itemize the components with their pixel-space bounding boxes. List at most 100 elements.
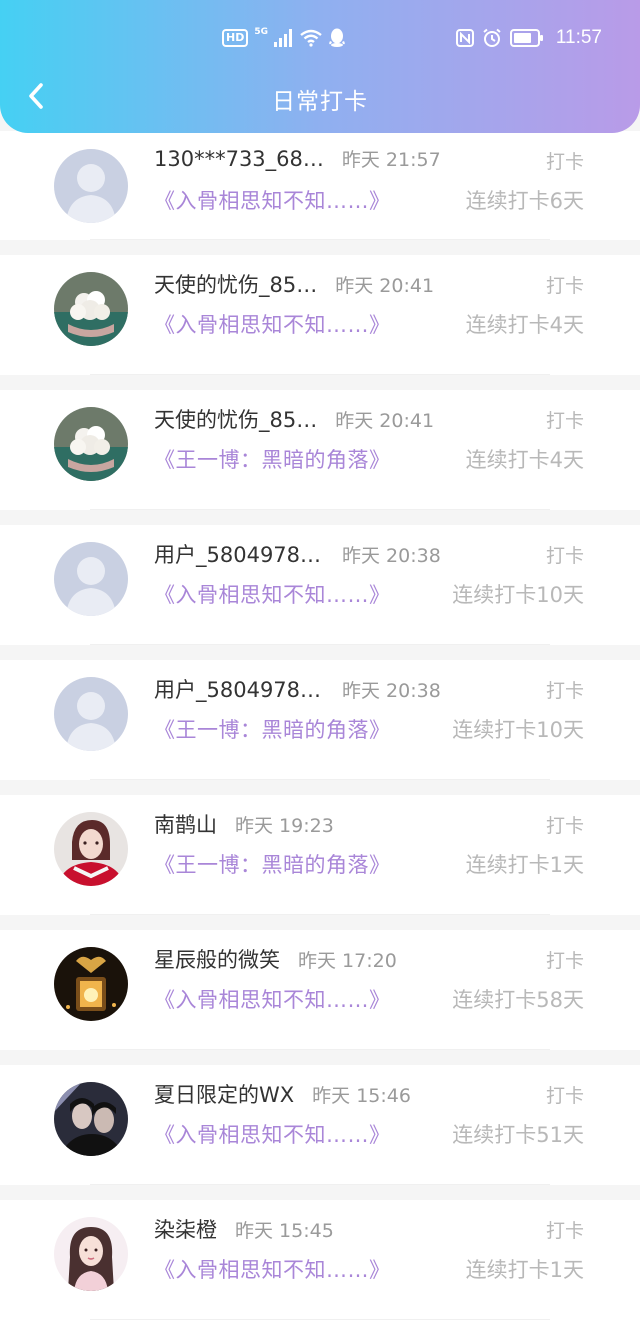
book-title[interactable]: 《王一博：黑暗的角落》 [154, 444, 391, 474]
checkin-row[interactable]: 星辰般的微笑 昨天 17:20 打卡 《入骨相思知不知……》 连续打卡58天 [0, 930, 640, 1050]
checkin-time: 昨天 15:45 [235, 1220, 334, 1242]
default-avatar-icon [54, 149, 128, 223]
divider [90, 914, 550, 915]
streak-count: 连续打卡58天 [452, 988, 584, 1012]
checkin-time: 昨天 20:41 [335, 410, 435, 432]
streak-count: 连续打卡10天 [452, 583, 584, 607]
username[interactable]: 用户_580497854 [154, 674, 324, 704]
username[interactable]: 南鹊山 [154, 809, 217, 839]
book-title[interactable]: 《王一博：黑暗的角落》 [154, 849, 391, 879]
streak-count: 连续打卡1天 [465, 1258, 584, 1282]
flower-avatar-icon [54, 272, 128, 346]
user-line: 星辰般的微笑 昨天 17:20 [154, 944, 397, 974]
streak-count: 连续打卡1天 [465, 853, 584, 877]
divider [90, 1184, 550, 1185]
checkin-action: 打卡 [545, 410, 584, 432]
avatar[interactable] [54, 947, 128, 1021]
page-title: 日常打卡 [272, 89, 368, 115]
checkin-time: 昨天 17:20 [298, 950, 397, 972]
checkin-action: 打卡 [545, 545, 584, 567]
default-avatar-icon [54, 677, 128, 751]
book-title[interactable]: 《王一博：黑暗的角落》 [154, 714, 391, 744]
checkin-time: 昨天 19:23 [235, 815, 334, 837]
dark-portrait-avatar-icon [54, 1082, 128, 1156]
checkin-row[interactable]: 天使的忧伤_85… 昨天 20:41 打卡 《入骨相思知不知……》 连续打卡4天 [0, 255, 640, 375]
user-line: 130***733_68… 昨天 21:57 [154, 145, 441, 172]
user-line: 天使的忧伤_85… 昨天 20:41 [154, 269, 434, 299]
checkin-action: 打卡 [545, 950, 584, 972]
user-line: 夏日限定的WX 昨天 15:46 [154, 1079, 411, 1109]
checkin-action: 打卡 [545, 151, 584, 173]
avatar[interactable] [54, 407, 128, 481]
checkin-action: 打卡 [545, 1085, 584, 1107]
avatar[interactable] [54, 272, 128, 346]
checkin-row[interactable]: 夏日限定的WX 昨天 15:46 打卡 《入骨相思知不知……》 连续打卡51天 [0, 1065, 640, 1185]
book-title[interactable]: 《入骨相思知不知……》 [154, 185, 391, 215]
username[interactable]: 夏日限定的WX [154, 1079, 294, 1109]
avatar[interactable] [54, 149, 128, 223]
status-left: HD 5G [222, 26, 346, 50]
book-title[interactable]: 《入骨相思知不知……》 [154, 1254, 391, 1284]
avatar[interactable] [54, 812, 128, 886]
username[interactable]: 染柒橙 [154, 1214, 217, 1244]
checkin-action: 打卡 [545, 275, 584, 297]
streak-count: 连续打卡51天 [452, 1123, 584, 1147]
default-avatar-icon [54, 542, 128, 616]
book-title[interactable]: 《入骨相思知不知……》 [154, 309, 391, 339]
divider [90, 779, 550, 780]
checkin-list: 130***733_68… 昨天 21:57 打卡 《入骨相思知不知……》 连续… [0, 131, 640, 1320]
girl-avatar-icon [54, 1217, 128, 1291]
checkin-time: 昨天 20:38 [342, 545, 441, 567]
screen: HD 5G 11:57 日常打卡 130***733_68… 昨天 21:57 … [0, 0, 640, 1320]
checkin-row[interactable]: 130***733_68… 昨天 21:57 打卡 《入骨相思知不知……》 连续… [0, 131, 640, 240]
checkin-row[interactable]: 用户_580497854 昨天 20:38 打卡 《王一博：黑暗的角落》 连续打… [0, 660, 640, 780]
hd-badge: HD [222, 29, 249, 47]
divider [90, 374, 550, 375]
divider [90, 644, 550, 645]
username[interactable]: 天使的忧伤_85… [154, 269, 317, 299]
status-bar: HD 5G 11:57 [0, 0, 640, 76]
header: HD 5G 11:57 日常打卡 [0, 0, 640, 133]
signal-icon [274, 29, 292, 47]
username[interactable]: 星辰般的微笑 [154, 944, 280, 974]
username[interactable]: 天使的忧伤_85… [154, 404, 317, 434]
checkin-action: 打卡 [545, 815, 584, 837]
lantern-avatar-icon [54, 947, 128, 1021]
book-title[interactable]: 《入骨相思知不知……》 [154, 579, 391, 609]
user-line: 用户_580497854 昨天 20:38 [154, 674, 441, 704]
checkin-row[interactable]: 染柒橙 昨天 15:45 打卡 《入骨相思知不知……》 连续打卡1天 [0, 1200, 640, 1320]
checkin-action: 打卡 [545, 680, 584, 702]
battery-icon [509, 29, 543, 47]
status-right: 11:57 [455, 26, 602, 50]
user-line: 天使的忧伤_85… 昨天 20:41 [154, 404, 434, 434]
avatar[interactable] [54, 677, 128, 751]
checkin-row[interactable]: 南鹊山 昨天 19:23 打卡 《王一博：黑暗的角落》 连续打卡1天 [0, 795, 640, 915]
username[interactable]: 130***733_68… [154, 147, 324, 171]
avatar[interactable] [54, 1217, 128, 1291]
nav-bar: 日常打卡 [0, 74, 640, 120]
qq-icon [329, 28, 345, 47]
portrait-avatar-icon [54, 812, 128, 886]
avatar[interactable] [54, 542, 128, 616]
book-title[interactable]: 《入骨相思知不知……》 [154, 1119, 391, 1149]
checkin-row[interactable]: 天使的忧伤_85… 昨天 20:41 打卡 《王一博：黑暗的角落》 连续打卡4天 [0, 390, 640, 510]
status-time: 11:57 [555, 27, 602, 48]
checkin-row[interactable]: 用户_580497854 昨天 20:38 打卡 《入骨相思知不知……》 连续打… [0, 525, 640, 645]
checkin-action: 打卡 [545, 1220, 584, 1242]
network-type: 5G [254, 27, 268, 37]
checkin-time: 昨天 20:41 [335, 275, 435, 297]
username[interactable]: 用户_580497854 [154, 539, 324, 569]
checkin-time: 昨天 21:57 [341, 149, 441, 171]
streak-count: 连续打卡6天 [465, 189, 584, 213]
divider [90, 1049, 550, 1050]
streak-count: 连续打卡10天 [452, 718, 584, 742]
user-line: 染柒橙 昨天 15:45 [154, 1214, 334, 1244]
flower-avatar-icon [54, 407, 128, 481]
streak-count: 连续打卡4天 [465, 313, 584, 337]
user-line: 用户_580497854 昨天 20:38 [154, 539, 441, 569]
avatar[interactable] [54, 1082, 128, 1156]
book-title[interactable]: 《入骨相思知不知……》 [154, 984, 391, 1014]
user-line: 南鹊山 昨天 19:23 [154, 809, 334, 839]
wifi-icon [300, 29, 322, 47]
nfc-icon [455, 29, 474, 47]
